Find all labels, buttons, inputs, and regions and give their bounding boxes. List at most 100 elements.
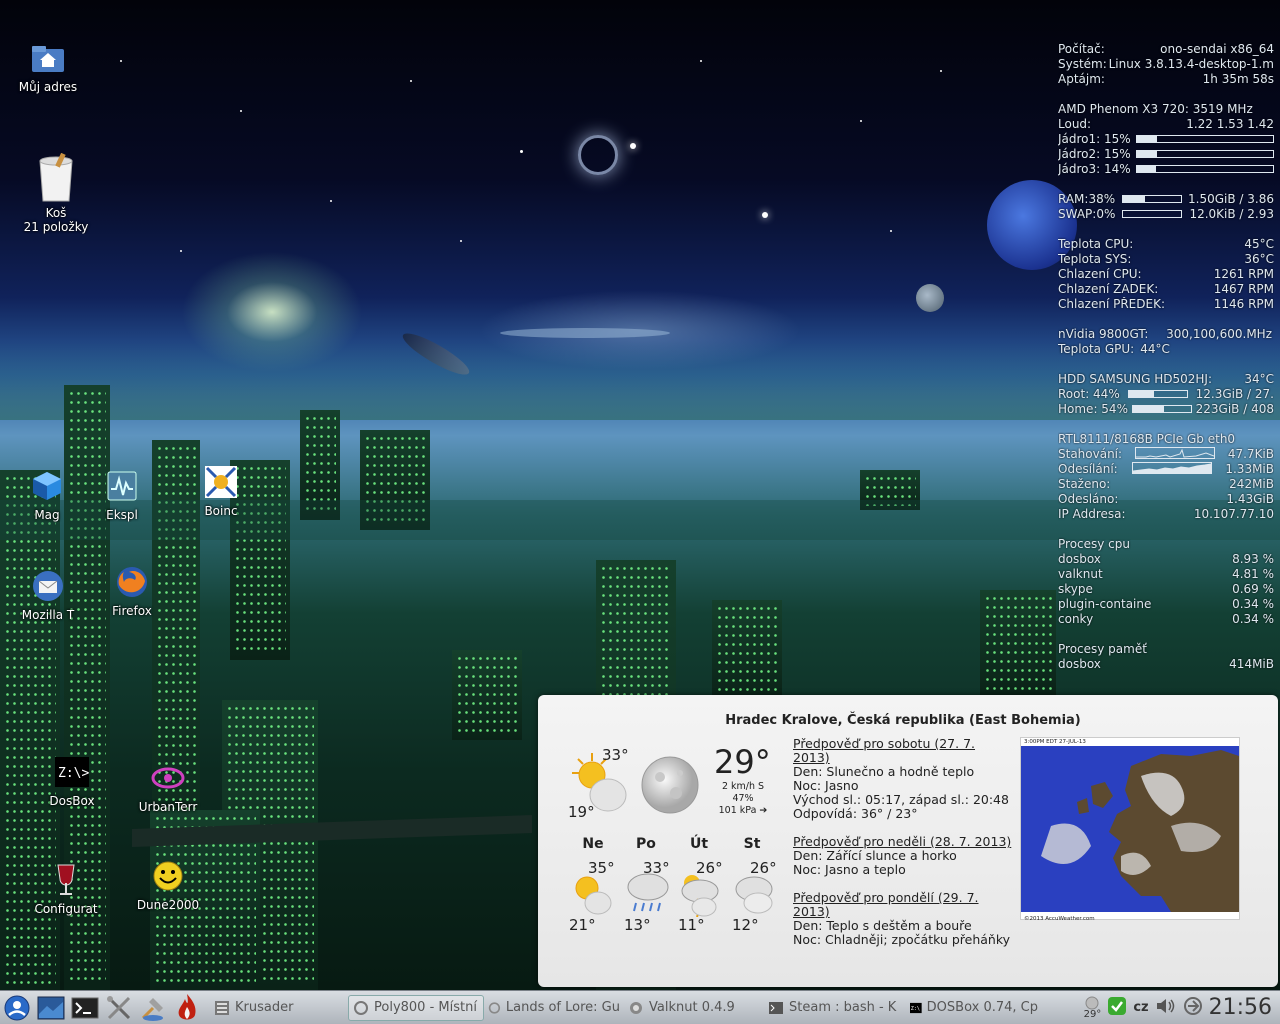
home-folder-icon: [28, 38, 68, 78]
smiley-icon: [148, 856, 188, 896]
updates-ok-icon[interactable]: [1107, 996, 1127, 1020]
wallpaper-star: [940, 70, 942, 72]
forecast-day-name: Út: [689, 836, 709, 852]
weather-satellite-map[interactable]: 3:00PM EDT 27-JUL-13 ©2013 AccuWeather.c…: [1020, 737, 1240, 922]
download-graph: [1134, 447, 1215, 459]
forecast-day-name: Po: [636, 836, 656, 852]
desktop-icon-thunderbird[interactable]: Mozilla T: [8, 566, 88, 622]
conky-cpu-name: AMD Phenom X3 720: 3519 MHz: [1058, 102, 1253, 116]
desktop-icon-sublabel: 21 položky: [23, 220, 89, 234]
forecast-line: Den: Zářící slunce a horko: [793, 848, 957, 863]
conky-row: nVidia 9800GT: 300,100,600.MHz: [1058, 327, 1272, 341]
wallpaper-building: [452, 650, 522, 740]
desktop-icon-label: Můj adres: [18, 80, 78, 94]
task-lands-of-lore[interactable]: Lands of Lore: Gu: [484, 995, 624, 1021]
desktop-icon-mag[interactable]: Mag: [7, 466, 87, 522]
terminal-icon: [71, 997, 99, 1018]
clock[interactable]: 21:56: [1209, 995, 1272, 1020]
show-desktop-launcher[interactable]: [34, 992, 68, 1024]
desktop-icon-boinc[interactable]: Boinc: [181, 462, 261, 518]
tray-weather-temp: 29°: [1083, 1008, 1102, 1020]
forecast-line: Východ sl.: 05:17, západ sl.: 20:48: [793, 792, 1009, 807]
core-1-bar: [1136, 135, 1274, 143]
task-label: Poly800 - Místní: [374, 1000, 477, 1015]
conky-proc-cpu-title: Procesy cpu: [1058, 537, 1131, 551]
core-2-bar: [1136, 150, 1274, 158]
desktop-icon-dosbox[interactable]: Z:\> DosBox: [32, 752, 112, 808]
task-label: Valknut 0.4.9: [649, 1000, 735, 1015]
current-conditions: 2 km/h S 47% 101 kPa ➔: [710, 781, 776, 817]
software-manager-launcher[interactable]: [136, 992, 170, 1024]
wallpaper-star: [180, 250, 182, 252]
wine-icon: [46, 860, 86, 900]
conky-row: Chlazení PŘEDEK: 1146 RPM: [1058, 297, 1274, 311]
wallpaper-building: [712, 600, 782, 700]
terminal-launcher[interactable]: [68, 992, 102, 1024]
desktop-icon-firefox[interactable]: Firefox: [92, 562, 172, 618]
forecast-title[interactable]: Předpověď pro pondělí (29. 7. 2013): [793, 891, 1015, 919]
network-icon[interactable]: [1183, 996, 1203, 1020]
firewall-launcher[interactable]: [170, 992, 204, 1024]
conky-upload: Odesílání: 1.33MiB: [1058, 462, 1274, 476]
task-label: Lands of Lore: Gu: [505, 1000, 620, 1015]
forecast-line: Odpovídá: 36° / 23°: [793, 806, 918, 821]
weather-moon-icon: [1085, 996, 1099, 1009]
forecast-low: 13°: [624, 916, 651, 934]
desktop-icon-trash[interactable]: Koš 21 položky: [16, 152, 96, 234]
desktop-icon-label: Dune2000: [136, 898, 200, 912]
sun-cloud-icon: [570, 871, 614, 919]
forecast-line: Den: Teplo s deštěm a bouře: [793, 918, 972, 933]
desktop-icon-urbanterror[interactable]: UrbanTerr: [128, 758, 208, 814]
task-steam-bash[interactable]: Steam : bash - K: [764, 995, 906, 1021]
settings-launcher[interactable]: [102, 992, 136, 1024]
conky-row: skype 0.69 %: [1058, 582, 1274, 596]
task-krusader[interactable]: Krusader: [210, 995, 348, 1021]
conky-row: Teplota GPU: 44°C: [1058, 342, 1170, 356]
task-poly800[interactable]: Poly800 - Místní: [348, 994, 484, 1021]
desktop-icon-ekspl[interactable]: Ekspl: [82, 466, 162, 522]
map-image: [1021, 746, 1239, 912]
storm-cloud-icon: [678, 871, 722, 921]
task-valknut[interactable]: Valknut 0.4.9: [624, 995, 764, 1021]
wind: 2 km/h S: [721, 781, 765, 792]
poly-icon: [354, 1000, 368, 1015]
desktop-icon-label: Ekspl: [106, 508, 138, 522]
forecast-line: Noc: Jasno a teplo: [793, 862, 906, 877]
task-dosbox[interactable]: Z:\ DOSBox 0.74, Cp: [906, 995, 1042, 1021]
tray-weather[interactable]: 29°: [1083, 996, 1102, 1020]
system-tray: 29° cz 21:56: [1084, 995, 1280, 1020]
volume-icon[interactable]: [1155, 997, 1177, 1019]
dosbox-icon: Z:\: [910, 1002, 922, 1013]
package-tools-icon: [141, 997, 163, 1021]
root-bar: [1127, 390, 1188, 398]
upload-graph: [1131, 462, 1212, 474]
desktop-icon-dune2000[interactable]: Dune2000: [128, 856, 208, 912]
desktop-icon-label: Boinc: [204, 504, 238, 518]
mandriva-logo-icon: [4, 995, 30, 1020]
desktop-icon-home[interactable]: Můj adres: [8, 38, 88, 94]
wallpaper-star: [762, 212, 768, 218]
wallpaper-star: [460, 240, 462, 242]
cloud-icon: [732, 871, 776, 919]
forecast-text-block: Předpověď pro neděli (28. 7. 2013) Den: …: [793, 835, 1017, 877]
desktop-icon-label: Mag: [34, 508, 60, 522]
weather-widget[interactable]: Hradec Kralove, Česká republika (East Bo…: [538, 695, 1278, 987]
keyboard-layout[interactable]: cz: [1133, 1000, 1148, 1015]
application-launcher[interactable]: [0, 992, 34, 1024]
conky-row: Počítač: ono-sendai x86_64: [1058, 42, 1274, 56]
desktop-icon-configurat[interactable]: Configurat: [26, 860, 106, 916]
wallpaper-star: [860, 120, 862, 122]
desktop-icon-label: Koš: [45, 206, 67, 220]
conky-proc-mem-title: Procesy paměť: [1058, 642, 1147, 656]
conky-core-2: Jádro2: 15%: [1058, 147, 1274, 162]
wallpaper-star: [120, 60, 122, 62]
wallpaper-building: [980, 590, 1056, 695]
desktop-icon-label: UrbanTerr: [138, 800, 198, 814]
conky-ram: RAM:38% 1.50GiB / 3.86: [1058, 192, 1274, 206]
conky-hdd: HDD SAMSUNG HD502HJ: 34°C: [1058, 372, 1274, 386]
svg-text:Z:\: Z:\: [911, 1006, 920, 1012]
forecast-title[interactable]: Předpověď pro neděli (28. 7. 2013): [793, 835, 1017, 849]
forecast-title[interactable]: Předpověď pro sobotu (27. 7. 2013): [793, 737, 1015, 765]
krusader-icon: [215, 1000, 229, 1015]
task-label: DOSBox 0.74, Cp: [926, 1000, 1038, 1015]
